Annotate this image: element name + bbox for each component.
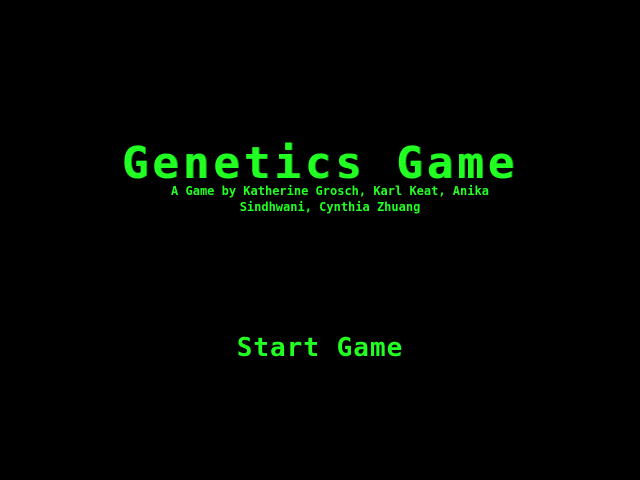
title-screen: Genetics Game A Game by Katherine Grosch… [0,0,640,480]
game-credits: A Game by Katherine Grosch, Karl Keat, A… [171,184,489,214]
start-game-button[interactable]: Start Game [0,330,640,366]
